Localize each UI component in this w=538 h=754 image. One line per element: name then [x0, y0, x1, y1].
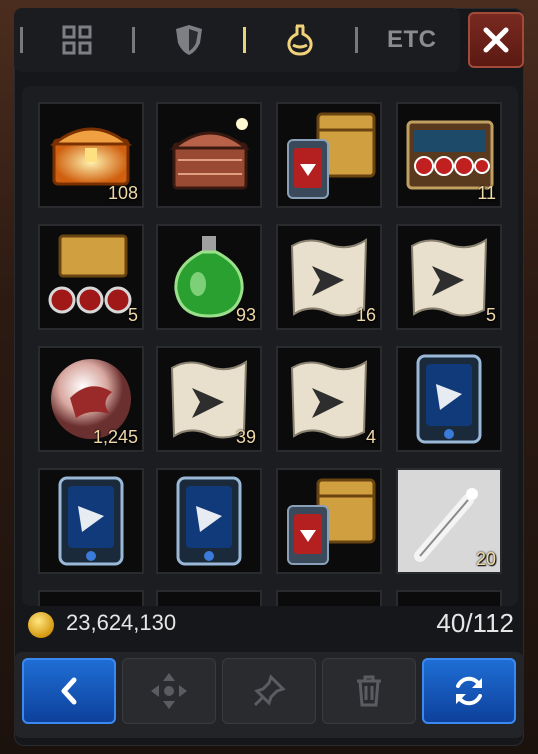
grid-icon	[62, 25, 92, 55]
slot-count: 40/112	[436, 608, 514, 638]
back-button[interactable]	[22, 658, 116, 724]
inventory-slot-partial[interactable]	[156, 590, 262, 606]
move-button[interactable]	[122, 658, 216, 724]
potion-icon	[287, 24, 313, 56]
pin-icon	[253, 674, 286, 707]
blue-card-icon	[176, 476, 242, 566]
item-quantity: 5	[127, 305, 138, 325]
inventory-slot[interactable]: 16	[276, 224, 382, 330]
inventory-slot-partial[interactable]	[276, 590, 382, 606]
tab-divider-active	[243, 27, 246, 53]
blue-card-icon	[416, 354, 482, 444]
copper-chest-icon	[169, 118, 251, 190]
shield-icon	[175, 25, 202, 55]
inventory-slot[interactable]	[38, 468, 144, 574]
inventory-slot-partial[interactable]	[38, 590, 144, 606]
inventory-slot[interactable]	[276, 468, 382, 574]
inventory-slot[interactable]: 20	[396, 468, 502, 574]
gold-amount: 23,624,130	[66, 610, 177, 635]
inventory-tabs: ETC	[14, 8, 460, 72]
pin-button[interactable]	[222, 658, 316, 724]
tab-divider	[131, 27, 135, 53]
inventory-slot[interactable]	[396, 346, 502, 452]
tab-etc-label: ETC	[387, 26, 437, 53]
scroll-icon	[290, 360, 368, 439]
gold-coin-icon	[28, 612, 54, 638]
refresh-icon	[456, 676, 482, 706]
card-chest-icon	[287, 112, 376, 199]
item-quantity: 1,245	[92, 427, 138, 447]
close-button[interactable]	[468, 12, 524, 68]
item-quantity: 11	[477, 183, 496, 203]
inventory-slot[interactable]: 1,245	[38, 346, 144, 452]
tab-divider	[354, 27, 358, 53]
item-quantity: 5	[485, 305, 496, 325]
sort-button[interactable]	[422, 658, 516, 724]
trash-icon	[357, 675, 381, 707]
gold-chest-orbs-icon	[48, 234, 132, 314]
tab-divider	[20, 27, 23, 53]
inventory-slot[interactable]	[156, 102, 262, 208]
card-chest-icon	[287, 478, 376, 565]
inventory-slot[interactable]: 93	[156, 224, 262, 330]
inventory-slot[interactable]: 5	[38, 224, 144, 330]
inventory-slot[interactable]	[156, 468, 262, 574]
inventory-grid: 108 11 5 93 16 5 1,245 39 4 20	[22, 86, 518, 606]
inventory-slot[interactable]: 4	[276, 346, 382, 452]
inventory-slot[interactable]: 5	[396, 224, 502, 330]
inventory-slot[interactable]: 11	[396, 102, 502, 208]
close-icon	[483, 27, 509, 53]
move-icon	[151, 673, 187, 709]
item-quantity: 39	[235, 427, 256, 447]
tab-all[interactable]	[29, 8, 126, 72]
inventory-slot-partial[interactable]	[396, 590, 502, 606]
blue-card-icon	[58, 476, 124, 566]
inventory-slot[interactable]: 108	[38, 102, 144, 208]
item-quantity: 16	[355, 305, 376, 325]
delete-button[interactable]	[322, 658, 416, 724]
tab-consumables[interactable]	[252, 8, 349, 72]
scroll-icon	[410, 238, 488, 317]
tab-equipment[interactable]	[141, 8, 238, 72]
item-quantity: 20	[475, 549, 496, 569]
item-quantity: 93	[235, 305, 256, 325]
item-quantity: 108	[107, 183, 138, 203]
tab-etc[interactable]: ETC	[364, 8, 461, 72]
inventory-slot[interactable]: 39	[156, 346, 262, 452]
inventory-slot[interactable]	[276, 102, 382, 208]
item-quantity: 4	[365, 427, 376, 447]
chevron-left-icon	[61, 677, 77, 705]
action-bar	[14, 652, 524, 738]
